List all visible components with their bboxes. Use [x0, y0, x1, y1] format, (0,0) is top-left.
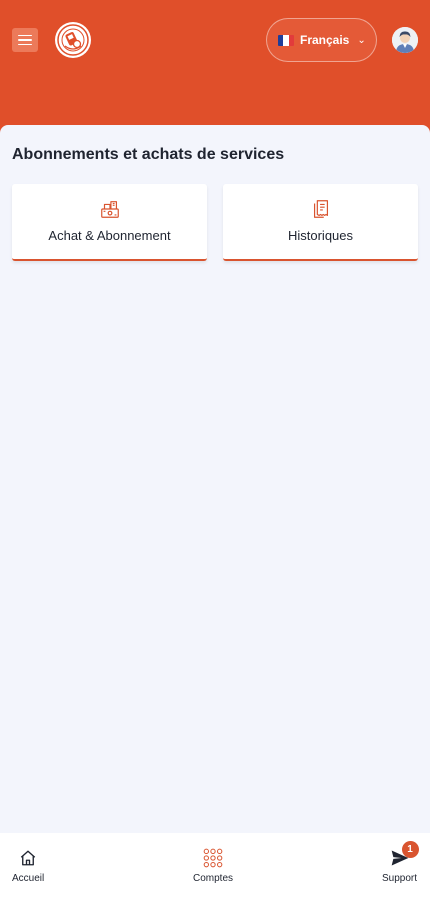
- main-content: Abonnements et achats de services Achat …: [0, 125, 430, 833]
- grid-icon: [203, 848, 223, 868]
- receipt-icon: [313, 200, 328, 218]
- nav-item-support[interactable]: 1 Support: [382, 841, 419, 884]
- nav-label-home: Accueil: [12, 873, 45, 884]
- user-avatar-icon: [392, 27, 418, 53]
- flag-fr-icon: [278, 34, 294, 46]
- purchase-subscription-label: Achat & Abonnement: [48, 228, 171, 243]
- chevron-down-icon: ⌄: [357, 34, 366, 46]
- language-selector[interactable]: Français ⌄: [266, 18, 377, 62]
- history-label: Historiques: [287, 228, 354, 243]
- nav-item-accounts[interactable]: Comptes: [193, 847, 233, 884]
- bottom-navigation: Accueil Comptes 1 Support: [0, 833, 430, 900]
- history-card[interactable]: Historiques: [223, 184, 418, 261]
- language-label: Français: [300, 33, 350, 47]
- page-title: Abonnements et achats de services: [12, 146, 285, 163]
- purchase-subscription-card[interactable]: Achat & Abonnement: [12, 184, 207, 261]
- menu-icon-line: [18, 39, 32, 41]
- menu-icon-line: [18, 43, 32, 46]
- nav-label-support: Support: [382, 873, 418, 884]
- nav-label-accounts: Comptes: [193, 873, 234, 884]
- menu-button[interactable]: [12, 28, 38, 52]
- home-icon: [20, 850, 36, 866]
- logo-icon: [57, 24, 89, 56]
- nav-item-home[interactable]: Accueil: [12, 847, 44, 884]
- notification-badge: 1: [401, 841, 419, 858]
- cash-register-icon: [100, 201, 119, 218]
- app-logo[interactable]: [55, 22, 91, 58]
- user-avatar[interactable]: [392, 27, 418, 53]
- app-header: Français ⌄: [0, 0, 430, 140]
- menu-icon-line: [18, 34, 32, 37]
